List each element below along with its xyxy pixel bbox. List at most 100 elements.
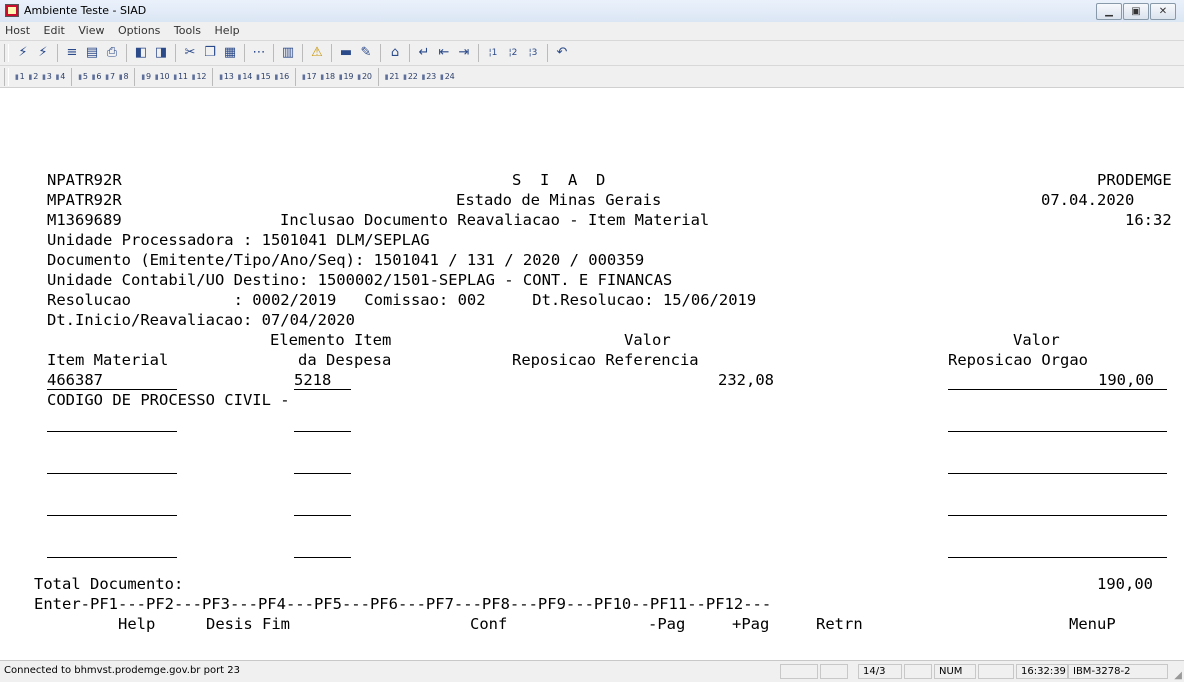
toolbar-separator bbox=[302, 44, 303, 62]
undo-icon[interactable]: ↶ bbox=[553, 44, 571, 62]
pf20-button[interactable]: 20 bbox=[357, 72, 372, 81]
print-icon[interactable]: ⎙ bbox=[103, 44, 121, 62]
cut-icon[interactable]: ✂ bbox=[181, 44, 199, 62]
pf23-button[interactable]: 23 bbox=[422, 72, 436, 81]
copy-icon[interactable]: ❐ bbox=[201, 44, 219, 62]
graph-icon[interactable]: ▥ bbox=[279, 44, 297, 62]
pf1-button[interactable]: 1 bbox=[15, 72, 25, 81]
menu-view[interactable]: View bbox=[73, 22, 109, 37]
item-material-field[interactable]: 466387 bbox=[47, 370, 177, 390]
menu-help[interactable]: Help bbox=[210, 22, 245, 37]
valor-orgao-field[interactable] bbox=[948, 496, 1167, 516]
edit-icon[interactable]: ✎ bbox=[357, 44, 375, 62]
menu-host[interactable]: Host bbox=[0, 22, 35, 37]
pf3-button[interactable]: 3 bbox=[42, 72, 52, 81]
connection-status: Connected to bhmvst.prodemge.gov.br port… bbox=[4, 665, 241, 676]
close-icon[interactable]: ✕ bbox=[1150, 3, 1176, 20]
item-material-field[interactable] bbox=[47, 412, 177, 432]
alert-icon[interactable]: ⚠ bbox=[308, 44, 326, 62]
valor-orgao-field[interactable]: 190,00 bbox=[948, 370, 1167, 390]
toolbar-separator bbox=[377, 67, 379, 86]
tab-forward-icon[interactable]: ⇥ bbox=[455, 44, 473, 62]
tab-back-icon[interactable]: ⇤ bbox=[435, 44, 453, 62]
elemento-despesa-field[interactable] bbox=[294, 412, 351, 432]
pf2-button[interactable]: 2 bbox=[29, 72, 38, 81]
pf15-button[interactable]: 15 bbox=[256, 72, 271, 81]
pf7-button[interactable]: 7 bbox=[105, 72, 115, 81]
pf11-button[interactable]: 11 bbox=[173, 72, 188, 81]
pf8-label: +Pag bbox=[732, 615, 770, 633]
elemento-despesa-field[interactable] bbox=[294, 538, 351, 558]
pf18-button[interactable]: 18 bbox=[320, 72, 335, 81]
home-icon[interactable]: ⌂ bbox=[386, 44, 404, 62]
paste-icon[interactable]: ▦ bbox=[221, 44, 239, 62]
item-material-field[interactable] bbox=[47, 538, 177, 558]
time-label: 16:32 bbox=[1125, 211, 1172, 229]
item-material-value: 466387 bbox=[47, 371, 103, 389]
pf9-button[interactable]: 9 bbox=[141, 72, 151, 81]
receive-icon[interactable]: ▤ bbox=[83, 44, 101, 62]
valor-orgao-field[interactable] bbox=[948, 454, 1167, 474]
item-material-field[interactable] bbox=[47, 496, 177, 516]
toolbar-separator bbox=[331, 44, 332, 62]
minimize-icon[interactable]: ▁ bbox=[1096, 3, 1122, 20]
pf13-button[interactable]: 13 bbox=[219, 72, 234, 81]
elemento-despesa-field[interactable] bbox=[294, 454, 351, 474]
toolbar-separator bbox=[175, 44, 176, 62]
header-da-despesa: da Despesa bbox=[298, 351, 392, 369]
pf24-button[interactable]: 24 bbox=[440, 72, 455, 81]
menu-tools[interactable]: Tools bbox=[169, 22, 206, 37]
pf14-button[interactable]: 14 bbox=[238, 72, 252, 81]
unidade-contabil: Unidade Contabil/UO Destino: 1500002/150… bbox=[47, 271, 673, 289]
elemento-despesa-field[interactable]: 5218 bbox=[294, 370, 351, 390]
pf6-button[interactable]: 6 bbox=[92, 72, 101, 81]
toolbar-separator bbox=[71, 67, 73, 86]
status-bar: Connected to bhmvst.prodemge.gov.br port… bbox=[0, 660, 1184, 682]
valor-referencia-value: 232,08 bbox=[718, 371, 774, 389]
pa1-icon[interactable]: ¦1 bbox=[484, 44, 502, 62]
disconnect-icon[interactable]: ⚡ bbox=[34, 44, 52, 62]
terminal-screen[interactable]: NPATR92R S I A D PRODEMGE MPATR92R Estad… bbox=[0, 88, 1184, 660]
app-icon bbox=[5, 4, 19, 17]
select-icon[interactable]: ⋯ bbox=[250, 44, 268, 62]
toolbar-separator bbox=[478, 44, 479, 62]
pf5-button[interactable]: 5 bbox=[78, 72, 88, 81]
resize-grip-icon[interactable]: ◢ bbox=[1174, 670, 1182, 681]
company-name: PRODEMGE bbox=[1097, 171, 1172, 189]
pf16-button[interactable]: 16 bbox=[275, 72, 289, 81]
dt-inicio: Dt.Inicio/Reavaliacao: 07/04/2020 bbox=[47, 311, 355, 329]
valor-orgao-field[interactable] bbox=[948, 538, 1167, 558]
toolbar-separator bbox=[273, 44, 274, 62]
maximize-icon[interactable]: ▣ bbox=[1123, 3, 1149, 20]
paste-screen-icon[interactable]: ◨ bbox=[152, 44, 170, 62]
toolbar-separator bbox=[126, 44, 127, 62]
menu-edit[interactable]: Edit bbox=[39, 22, 70, 37]
pa2-icon[interactable]: ¦2 bbox=[504, 44, 522, 62]
pf21-button[interactable]: 21 bbox=[385, 72, 399, 81]
unidade-processadora: Unidade Processadora : 1501041 DLM/SEPLA… bbox=[47, 231, 430, 249]
cursor-position: 14/3 bbox=[858, 664, 902, 679]
pf22-button[interactable]: 22 bbox=[403, 72, 418, 81]
state-name: Estado de Minas Gerais bbox=[456, 191, 662, 209]
resolucao-line: Resolucao : 0002/2019 Comissao: 002 Dt.R… bbox=[47, 291, 757, 309]
menu-options[interactable]: Options bbox=[113, 22, 165, 37]
header-valor-orgao: Valor bbox=[1013, 331, 1060, 349]
pf12-button[interactable]: 12 bbox=[192, 72, 206, 81]
item-material-field[interactable] bbox=[47, 454, 177, 474]
status-empty-cell bbox=[978, 664, 1014, 679]
pf10-button[interactable]: 10 bbox=[155, 72, 170, 81]
enter-icon[interactable]: ↵ bbox=[415, 44, 433, 62]
valor-orgao-field[interactable] bbox=[948, 412, 1167, 432]
pf3-label: Fim bbox=[262, 615, 290, 633]
pf17-button[interactable]: 17 bbox=[302, 72, 317, 81]
elemento-despesa-field[interactable] bbox=[294, 496, 351, 516]
pa3-icon[interactable]: ¦3 bbox=[524, 44, 542, 62]
pf4-button[interactable]: 4 bbox=[56, 72, 65, 81]
pf9-label: Retrn bbox=[816, 615, 863, 633]
send-icon[interactable]: ≡ bbox=[63, 44, 81, 62]
keyboard-icon[interactable]: ▬ bbox=[337, 44, 355, 62]
copy-screen-icon[interactable]: ◧ bbox=[132, 44, 150, 62]
pf8-button[interactable]: 8 bbox=[119, 72, 128, 81]
connect-icon[interactable]: ⚡ bbox=[14, 44, 32, 62]
pf19-button[interactable]: 19 bbox=[339, 72, 354, 81]
